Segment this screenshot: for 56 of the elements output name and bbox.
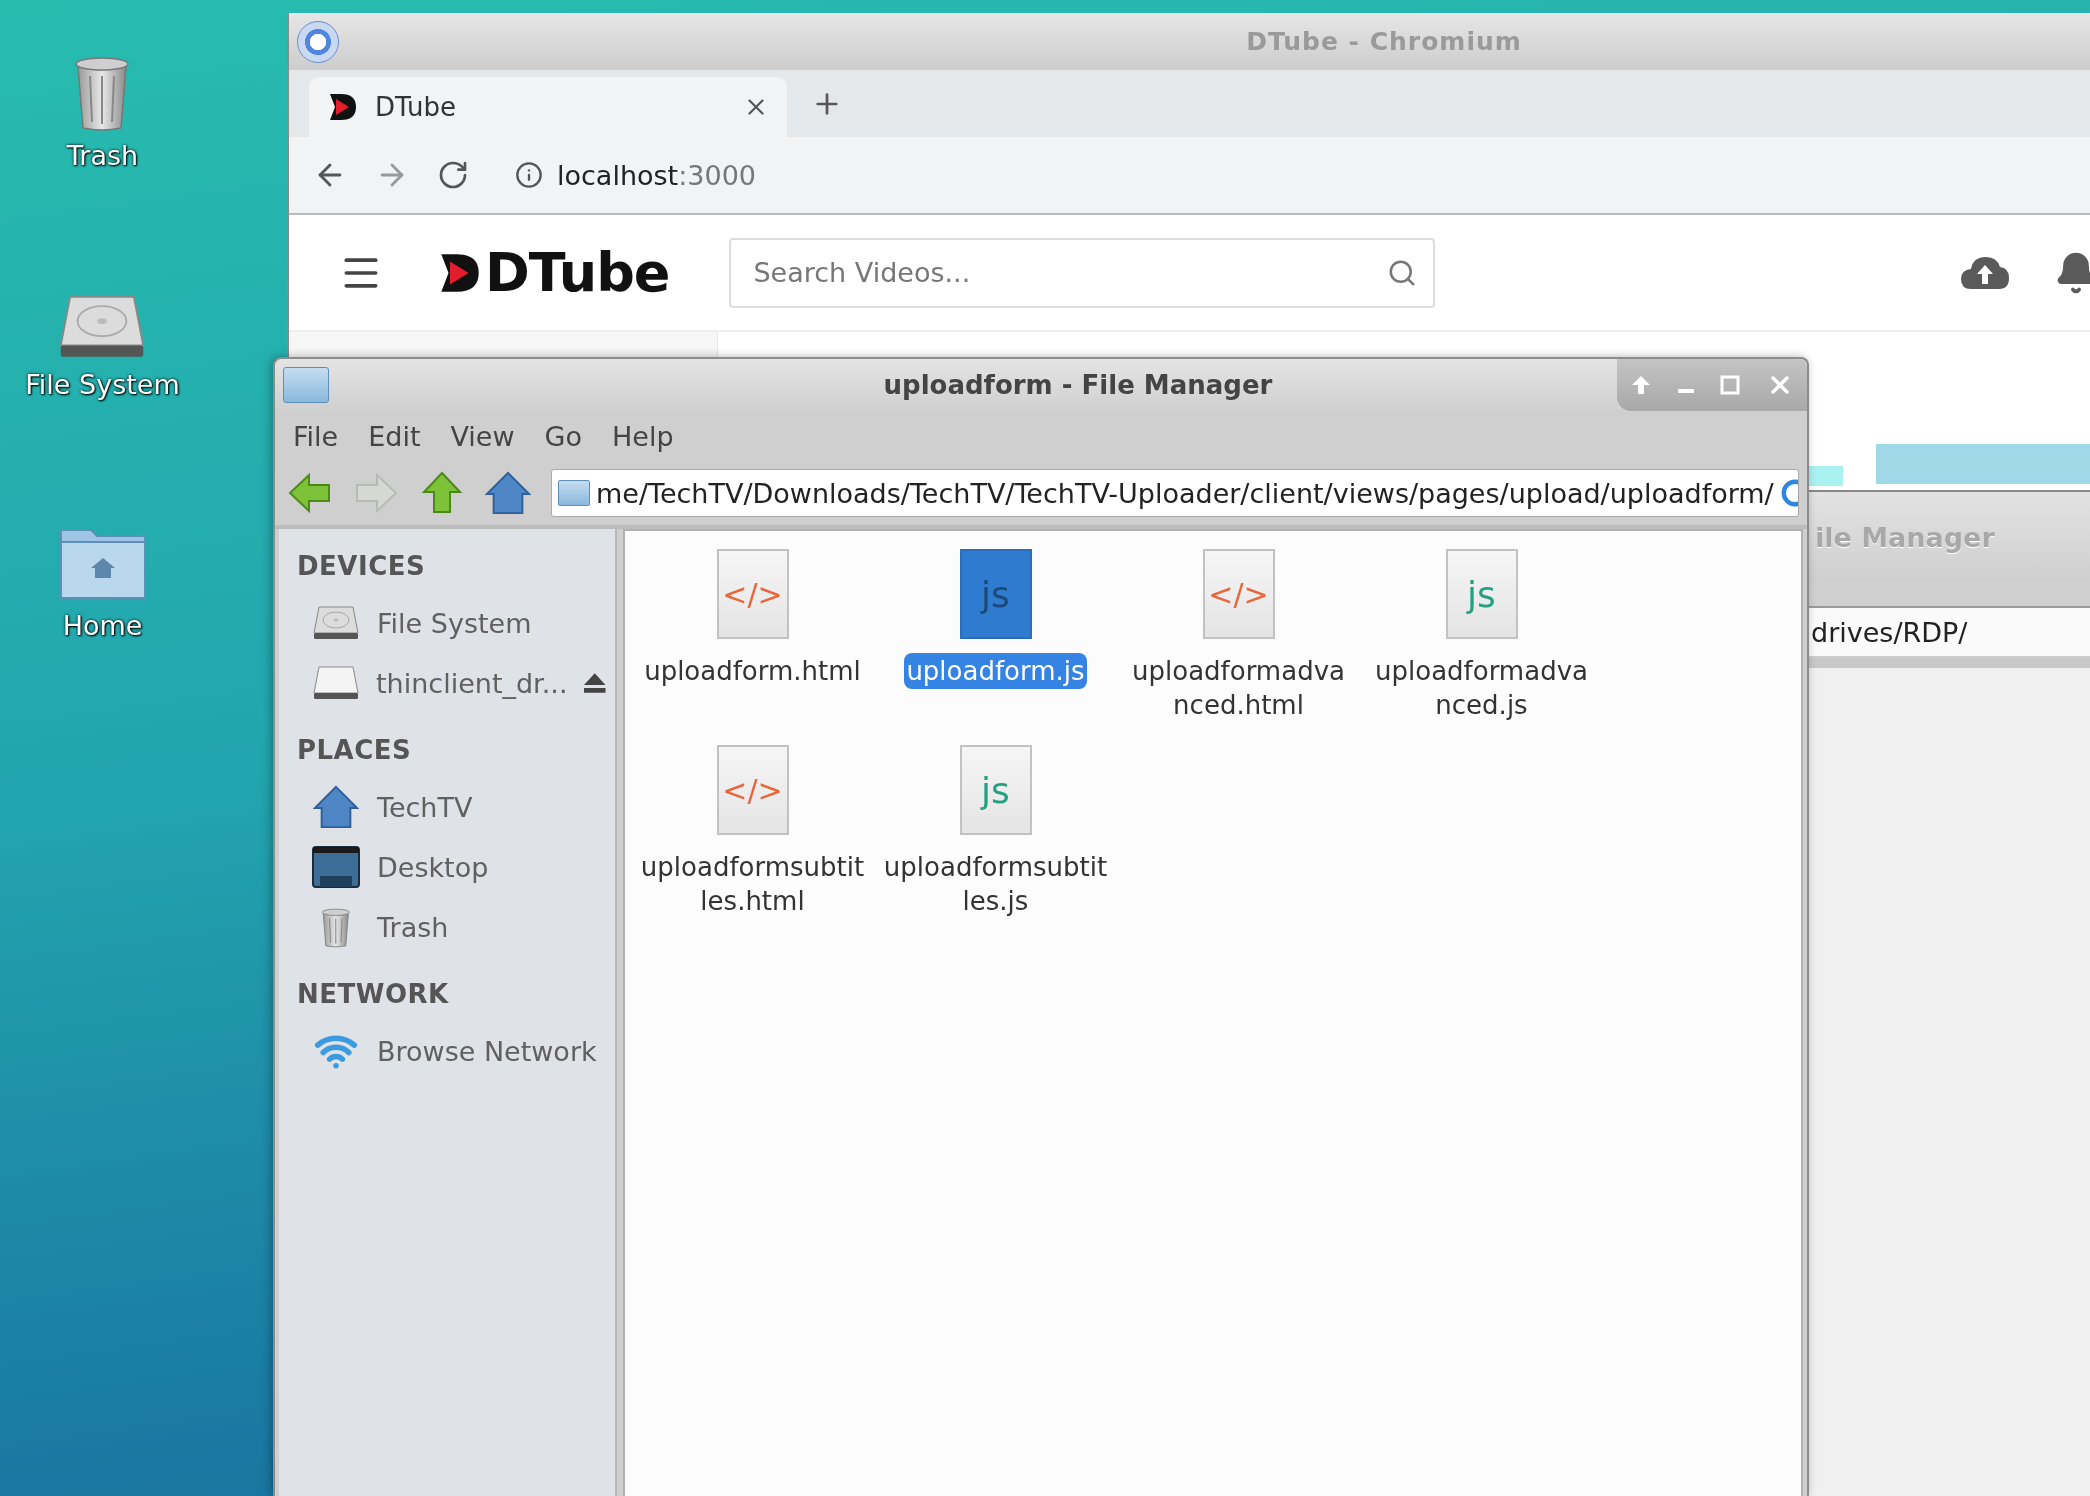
up-arrow-icon xyxy=(1630,374,1652,396)
sidebar-item[interactable]: Desktop xyxy=(297,837,615,897)
file-icon[interactable]: </> xyxy=(716,745,789,835)
sidebar-heading: NETWORK xyxy=(297,978,450,1011)
monitor-icon xyxy=(312,846,360,888)
folder-icon xyxy=(558,480,590,506)
path-field[interactable]: me/TechTV/Downloads/TechTV/TechTV-Uploader/client/views/pages/upload/uploadform/ xyxy=(551,469,1799,517)
menu-item[interactable]: File xyxy=(293,420,339,452)
file-name[interactable]: uploadformadvanced.js xyxy=(1367,653,1596,723)
menu-item[interactable]: Help xyxy=(612,420,674,452)
path-field[interactable]: drives/RDP/ xyxy=(1807,606,2090,658)
home-icon xyxy=(485,470,531,516)
url-text: localhost:3000 xyxy=(557,159,756,191)
site-logo-icon xyxy=(327,91,359,123)
tab-title: DTube xyxy=(375,92,457,122)
file-name[interactable]: uploadform.js xyxy=(904,653,1087,689)
menu-item[interactable]: Go xyxy=(544,420,582,452)
menu-item[interactable]: Edit xyxy=(368,420,421,452)
desktop-icon-label[interactable]: File System xyxy=(25,368,180,400)
up-arrow-icon[interactable] xyxy=(419,470,465,516)
sidebar-item[interactable]: thinclient_dr... xyxy=(297,653,615,713)
back-arrow-icon[interactable] xyxy=(287,470,333,516)
sidebar-item[interactable]: File System xyxy=(297,593,615,653)
reload-icon[interactable] xyxy=(437,159,469,191)
folder-icon xyxy=(283,367,329,403)
banner xyxy=(1807,466,1843,486)
file-name[interactable]: uploadform.html xyxy=(642,653,863,689)
file-icon[interactable]: </> xyxy=(1202,549,1275,639)
file-icon[interactable]: js xyxy=(1445,549,1518,639)
file-name[interactable]: uploadformsubtitles.html xyxy=(638,849,867,919)
menu-item[interactable]: View xyxy=(450,420,515,452)
search-field[interactable]: Search Videos... xyxy=(729,237,1436,308)
browser-tab[interactable]: DTube xyxy=(309,77,787,137)
site-logo[interactable]: DTube xyxy=(485,241,670,304)
sidebar-heading: PLACES xyxy=(297,734,413,767)
maximize-icon xyxy=(1720,375,1740,395)
sidebar-item[interactable]: TechTV xyxy=(297,777,615,837)
file-icon[interactable]: js xyxy=(959,745,1032,835)
window-title: DTube - Chromium xyxy=(1245,27,1522,56)
house-icon xyxy=(313,784,359,830)
sidebar-heading: DEVICES xyxy=(297,550,427,583)
file-name[interactable]: uploadformsubtitles.js xyxy=(881,849,1110,919)
sidebar-item[interactable]: Trash xyxy=(297,897,615,957)
window-title: uploadform - File Manager xyxy=(882,370,1274,400)
hard-drive-icon xyxy=(312,605,360,641)
browser-logo-icon xyxy=(297,21,339,63)
info-icon xyxy=(515,161,543,189)
desktop-icon-label[interactable]: Home xyxy=(62,609,143,641)
desktop-icon-label[interactable]: Trash xyxy=(66,140,139,171)
file-name[interactable]: uploadformadvanced.html xyxy=(1124,653,1353,723)
sidebar-item[interactable]: Browse Network xyxy=(297,1021,615,1081)
minimize-icon xyxy=(1678,389,1694,393)
eject-icon[interactable] xyxy=(583,672,607,694)
trash-icon xyxy=(319,906,353,948)
file-icon[interactable]: </> xyxy=(716,549,789,639)
removable-drive-icon xyxy=(311,665,360,701)
